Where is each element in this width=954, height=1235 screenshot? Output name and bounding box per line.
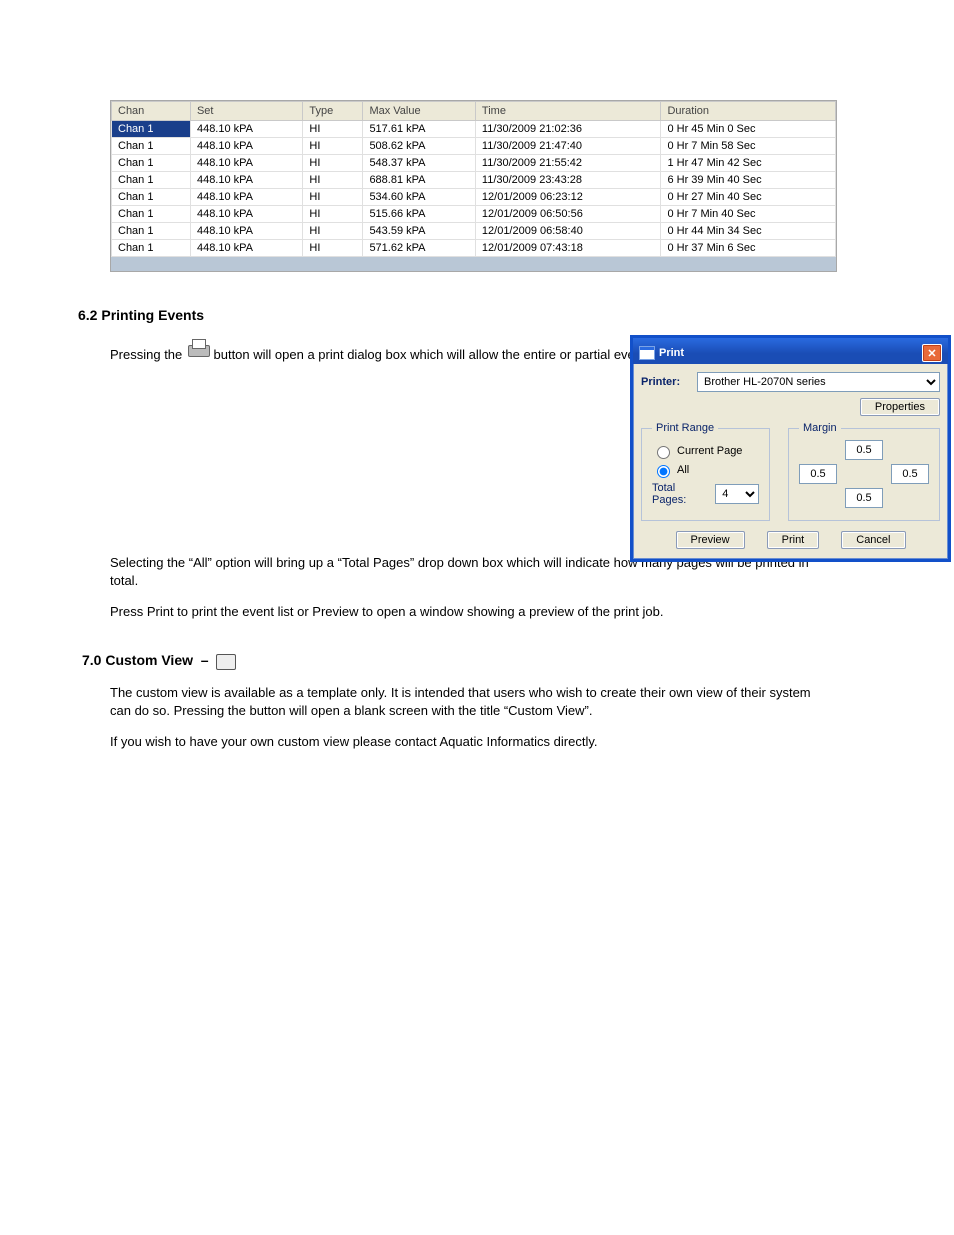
table-cell: 515.66 kPA <box>363 206 475 223</box>
table-cell: Chan 1 <box>112 121 191 138</box>
margin-group: Margin <box>788 422 940 521</box>
table-cell: 448.10 kPA <box>190 138 302 155</box>
print-button[interactable]: Print <box>767 531 820 549</box>
range-current-page[interactable]: Current Page <box>652 443 759 459</box>
table-row[interactable]: Chan 1448.10 kPAHI688.81 kPA11/30/2009 2… <box>112 172 836 189</box>
table-row[interactable]: Chan 1448.10 kPAHI571.62 kPA12/01/2009 0… <box>112 240 836 257</box>
margin-legend: Margin <box>799 422 841 434</box>
column-header[interactable]: Type <box>303 102 363 121</box>
doc-paragraph: The custom view is available as a templa… <box>110 684 835 720</box>
doc-paragraph: Press Print to print the event list or P… <box>110 603 835 621</box>
table-cell: 11/30/2009 21:47:40 <box>475 138 661 155</box>
table-cell: 448.10 kPA <box>190 121 302 138</box>
range-all[interactable]: All <box>652 462 759 478</box>
table-cell: 12/01/2009 06:58:40 <box>475 223 661 240</box>
dialog-title: Print <box>659 347 684 359</box>
table-cell: 448.10 kPA <box>190 172 302 189</box>
preview-button[interactable]: Preview <box>676 531 745 549</box>
column-header[interactable]: Chan <box>112 102 191 121</box>
events-table-container: ChanSetTypeMax ValueTimeDuration Chan 14… <box>110 100 837 272</box>
table-cell: HI <box>303 121 363 138</box>
table-cell: 0 Hr 37 Min 6 Sec <box>661 240 836 257</box>
table-cell: 12/01/2009 07:43:18 <box>475 240 661 257</box>
print-dialog: Print ✕ Printer: Brother HL-2070N series… <box>630 335 951 562</box>
table-cell: 0 Hr 27 Min 40 Sec <box>661 189 836 206</box>
table-cell: Chan 1 <box>112 172 191 189</box>
events-table: ChanSetTypeMax ValueTimeDuration Chan 14… <box>111 101 836 257</box>
table-row[interactable]: Chan 1448.10 kPAHI515.66 kPA12/01/2009 0… <box>112 206 836 223</box>
radio-all[interactable] <box>657 465 670 478</box>
table-cell: HI <box>303 172 363 189</box>
table-row[interactable]: Chan 1448.10 kPAHI548.37 kPA11/30/2009 2… <box>112 155 836 172</box>
table-row[interactable]: Chan 1448.10 kPAHI508.62 kPA11/30/2009 2… <box>112 138 836 155</box>
table-cell: 448.10 kPA <box>190 189 302 206</box>
table-cell: 1 Hr 47 Min 42 Sec <box>661 155 836 172</box>
table-cell: 12/01/2009 06:23:12 <box>475 189 661 206</box>
column-header[interactable]: Max Value <box>363 102 475 121</box>
column-header[interactable]: Duration <box>661 102 836 121</box>
table-cell: Chan 1 <box>112 206 191 223</box>
doc-paragraph: If you wish to have your own custom view… <box>110 733 835 751</box>
margin-right-input[interactable] <box>891 464 929 484</box>
table-cell: 448.10 kPA <box>190 155 302 172</box>
table-cell: 0 Hr 44 Min 34 Sec <box>661 223 836 240</box>
print-range-group: Print Range Current Page All Total Pages… <box>641 422 770 521</box>
printer-label: Printer: <box>641 376 691 388</box>
custom-view-icon <box>216 654 236 670</box>
table-cell: 448.10 kPA <box>190 206 302 223</box>
close-icon[interactable]: ✕ <box>922 344 942 362</box>
properties-button[interactable]: Properties <box>860 398 940 416</box>
table-cell: HI <box>303 240 363 257</box>
table-cell: 543.59 kPA <box>363 223 475 240</box>
total-pages-select[interactable]: 4 <box>715 484 759 504</box>
table-cell: 448.10 kPA <box>190 240 302 257</box>
table-cell: Chan 1 <box>112 189 191 206</box>
section-6-2-heading: 6.2 Printing Events <box>78 306 835 326</box>
grid-footer <box>111 257 836 271</box>
print-icon <box>186 339 210 359</box>
table-cell: 6 Hr 39 Min 40 Sec <box>661 172 836 189</box>
cancel-button[interactable]: Cancel <box>841 531 905 549</box>
table-cell: Chan 1 <box>112 155 191 172</box>
table-cell: 11/30/2009 23:43:28 <box>475 172 661 189</box>
table-cell: HI <box>303 155 363 172</box>
margin-left-input[interactable] <box>799 464 837 484</box>
table-cell: 517.61 kPA <box>363 121 475 138</box>
table-cell: HI <box>303 206 363 223</box>
window-icon <box>639 346 655 360</box>
table-row[interactable]: Chan 1448.10 kPAHI534.60 kPA12/01/2009 0… <box>112 189 836 206</box>
table-cell: 534.60 kPA <box>363 189 475 206</box>
table-cell: HI <box>303 138 363 155</box>
table-cell: Chan 1 <box>112 240 191 257</box>
column-header[interactable]: Set <box>190 102 302 121</box>
table-cell: 11/30/2009 21:02:36 <box>475 121 661 138</box>
margin-top-input[interactable] <box>845 440 883 460</box>
table-row[interactable]: Chan 1448.10 kPAHI543.59 kPA12/01/2009 0… <box>112 223 836 240</box>
section-7-0-heading: 7.0 Custom View – <box>82 651 835 671</box>
printer-select[interactable]: Brother HL-2070N series <box>697 372 940 392</box>
table-cell: 11/30/2009 21:55:42 <box>475 155 661 172</box>
table-cell: 571.62 kPA <box>363 240 475 257</box>
table-cell: 0 Hr 7 Min 40 Sec <box>661 206 836 223</box>
table-cell: HI <box>303 223 363 240</box>
radio-current-page[interactable] <box>657 446 670 459</box>
total-pages-label: Total Pages: <box>652 482 709 506</box>
table-cell: HI <box>303 189 363 206</box>
table-row[interactable]: Chan 1448.10 kPAHI517.61 kPA11/30/2009 2… <box>112 121 836 138</box>
print-range-legend: Print Range <box>652 422 718 434</box>
dialog-titlebar[interactable]: Print ✕ <box>633 338 948 364</box>
table-cell: 688.81 kPA <box>363 172 475 189</box>
column-header[interactable]: Time <box>475 102 661 121</box>
table-cell: 548.37 kPA <box>363 155 475 172</box>
table-cell: Chan 1 <box>112 138 191 155</box>
table-cell: Chan 1 <box>112 223 191 240</box>
table-cell: 0 Hr 45 Min 0 Sec <box>661 121 836 138</box>
table-cell: 0 Hr 7 Min 58 Sec <box>661 138 836 155</box>
table-cell: 12/01/2009 06:50:56 <box>475 206 661 223</box>
table-cell: 508.62 kPA <box>363 138 475 155</box>
margin-bottom-input[interactable] <box>845 488 883 508</box>
table-cell: 448.10 kPA <box>190 223 302 240</box>
